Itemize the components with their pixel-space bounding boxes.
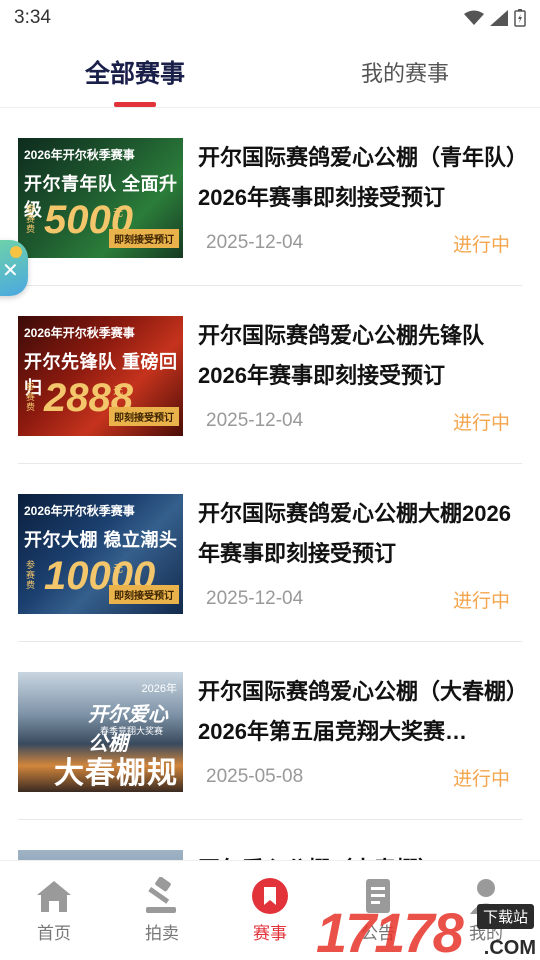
battery-icon (514, 9, 526, 27)
event-status: 进行中 (452, 591, 510, 612)
list-item[interactable]: 开尔爱心公棚（大春棚）2026 (18, 820, 522, 860)
thumb-year: 2026年 (141, 683, 177, 695)
thumb-side-label: 参赛费 (26, 382, 36, 412)
thumb-side-label: 参赛费 (26, 560, 36, 590)
nav-home[interactable]: 首页 (0, 861, 108, 960)
tab-all-events-label: 全部赛事 (84, 59, 185, 88)
watermark-number: 17178 (316, 901, 464, 960)
thumb-subtitle: 春季竞翔大奖赛 (100, 726, 164, 736)
nav-auction-label: 拍卖 (145, 924, 179, 943)
floating-shortcut-button[interactable]: ✕ (0, 240, 28, 296)
event-status: 进行中 (452, 769, 510, 790)
tab-all-events[interactable]: 全部赛事 (0, 36, 270, 107)
event-thumbnail: 2026年开尔秋季赛事 开尔先锋队 重磅回归 参赛费 2888 元 即刻接受预订 (18, 316, 183, 436)
auction-gavel-icon (146, 877, 176, 913)
event-status: 进行中 (452, 413, 510, 434)
event-title: 开尔国际赛鸽爱心公棚大棚2026年赛事即刻接受预订 (198, 501, 511, 566)
list-item[interactable]: 2026年开尔秋季赛事 开尔大棚 稳立潮头 参赛费 10000 元 即刻接受预订… (18, 464, 522, 642)
watermark-tag: 下载站 (476, 904, 534, 929)
thumb-headline: 开尔大棚 稳立潮头 (24, 530, 178, 550)
active-tab-indicator (114, 102, 156, 107)
status-bar: 3:34 (0, 0, 540, 36)
tab-my-events-label: 我的赛事 (360, 60, 449, 86)
thumb-side-label: 参赛费 (26, 204, 36, 234)
wifi-icon (464, 10, 484, 25)
event-title: 开尔国际赛鸽爱心公棚（大春棚）2026年第五届竞翔大奖赛… (198, 679, 518, 744)
thumb-badge: 即刻接受预订 (109, 407, 179, 426)
watermark-domain: .COM (483, 937, 536, 959)
event-thumbnail: 2026年开尔秋季赛事 开尔青年队 全面升级 参赛费 5000 元 即刻接受预订 (18, 138, 183, 258)
event-date: 2025-12-04 (206, 588, 304, 609)
thumb-caption: 2026年开尔秋季赛事 (24, 504, 135, 518)
event-date: 2025-05-08 (206, 766, 304, 787)
home-icon (37, 881, 71, 912)
list-item[interactable]: 2026年开尔秋季赛事 开尔先锋队 重磅回归 参赛费 2888 元 即刻接受预订… (18, 286, 522, 464)
thumb-unit: 元 (113, 386, 123, 397)
nav-events[interactable]: 赛事 (216, 861, 324, 960)
event-bookmark-icon (252, 878, 288, 914)
thumb-unit: 元 (113, 208, 123, 219)
thumb-badge: 即刻接受预订 (109, 229, 179, 248)
event-thumbnail (18, 850, 183, 860)
event-list: 2026年开尔秋季赛事 开尔青年队 全面升级 参赛费 5000 元 即刻接受预订… (0, 108, 540, 860)
event-thumbnail: 2026年 开尔爱心公棚 春季竞翔大奖赛 大春棚规程 (18, 672, 183, 792)
thumb-badge: 即刻接受预订 (109, 585, 179, 604)
event-date: 2025-12-04 (206, 232, 304, 253)
thumb-big-title: 大春棚规程 (54, 757, 178, 790)
nav-auction[interactable]: 拍卖 (108, 861, 216, 960)
event-thumbnail: 2026年开尔秋季赛事 开尔大棚 稳立潮头 参赛费 10000 元 即刻接受预订 (18, 494, 183, 614)
nav-home-label: 首页 (37, 924, 71, 943)
thumb-caption: 2026年开尔秋季赛事 (24, 148, 135, 162)
status-time: 3:34 (14, 7, 51, 28)
event-title: 开尔国际赛鸽爱心公棚先锋队2026年赛事即刻接受预订 (198, 323, 485, 388)
event-date: 2025-12-04 (206, 410, 304, 431)
event-status: 进行中 (452, 235, 510, 256)
list-item[interactable]: 2026年 开尔爱心公棚 春季竞翔大奖赛 大春棚规程 开尔国际赛鸽爱心公棚（大春… (18, 642, 522, 820)
thumb-caption: 2026年开尔秋季赛事 (24, 326, 135, 340)
nav-events-label: 赛事 (253, 924, 287, 943)
tab-my-events[interactable]: 我的赛事 (270, 36, 540, 107)
site-watermark: 17178 下载站 .COM (316, 900, 540, 960)
event-tabs: 全部赛事 我的赛事 (0, 36, 540, 108)
list-item[interactable]: 2026年开尔秋季赛事 开尔青年队 全面升级 参赛费 5000 元 即刻接受预订… (18, 108, 522, 286)
event-title: 开尔国际赛鸽爱心公棚（青年队）2026年赛事即刻接受预订 (198, 145, 518, 210)
close-icon: ✕ (2, 260, 19, 282)
notification-dot (10, 246, 22, 258)
signal-icon (490, 10, 508, 26)
status-icons (464, 9, 526, 27)
event-title: 开尔爱心公棚（大春棚）2026 (198, 850, 526, 860)
thumb-unit: 元 (113, 564, 123, 575)
